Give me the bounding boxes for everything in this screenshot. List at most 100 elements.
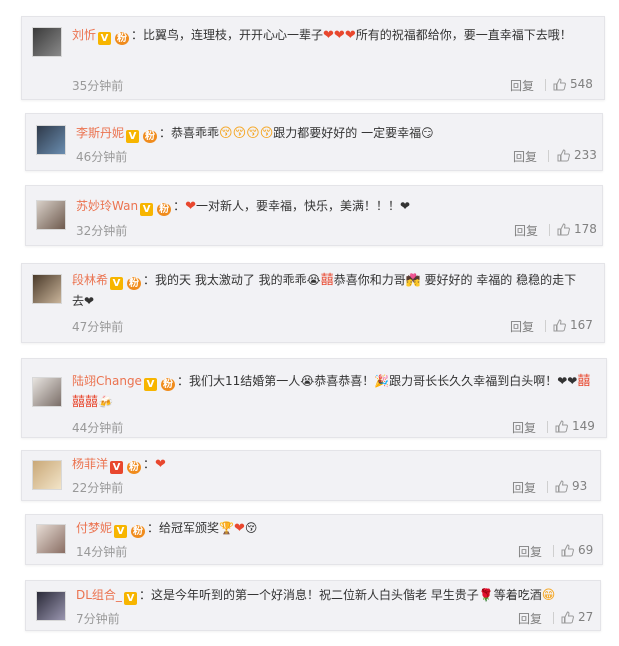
comment-body-end: 跟力都要好好的 一定要幸福😏 bbox=[273, 126, 434, 140]
avatar[interactable] bbox=[36, 125, 66, 155]
reply-button[interactable]: 回复 bbox=[513, 148, 537, 165]
like-count: 149 bbox=[572, 419, 595, 433]
heart-emoji: ❤ bbox=[185, 199, 196, 214]
username[interactable]: 付梦妮 bbox=[76, 521, 112, 535]
comment-text: 杨菲洋 V 粉：❤ bbox=[72, 454, 588, 475]
comment-time: 44分钟前 bbox=[72, 421, 124, 435]
verified-v-icon: V bbox=[110, 277, 124, 290]
like-count: 27 bbox=[578, 610, 594, 624]
thumbs-up-icon bbox=[557, 222, 570, 236]
like-button[interactable]: 178 bbox=[557, 222, 597, 236]
thumbs-up-icon bbox=[553, 318, 566, 332]
verified-v-icon: V bbox=[143, 378, 157, 391]
username[interactable]: 杨菲洋 bbox=[72, 457, 108, 471]
comment-card: 陆翊Change V 粉：我们大11结婚第一人😭恭喜恭喜！🎉跟力哥长长久久幸福到白头… bbox=[21, 358, 607, 438]
divider bbox=[549, 224, 550, 236]
fans-badge-icon: 粉 bbox=[157, 203, 172, 216]
reply-button[interactable]: 回复 bbox=[512, 419, 536, 436]
comment-card: DL组合_ V ：这是今年听到的第一个好消息！祝二位新人白头偕老 早生贵子🌹等着吃酒… bbox=[25, 580, 601, 631]
verified-v-icon: V bbox=[126, 130, 140, 143]
fans-badge-icon: 粉 bbox=[127, 277, 142, 290]
comment-time: 47分钟前 bbox=[72, 320, 124, 334]
reply-button[interactable]: 回复 bbox=[510, 318, 534, 335]
like-button[interactable]: 149 bbox=[555, 419, 595, 433]
divider bbox=[545, 320, 546, 332]
grin-emoji: 😁 bbox=[541, 588, 556, 603]
comment-body-start: ：这是今年听到的第一个好消息！祝二位新人白头偕老 早生贵子🌹等着吃酒 bbox=[138, 588, 542, 602]
thumbs-up-icon bbox=[553, 77, 566, 91]
double-happiness-icon: 囍 bbox=[320, 273, 334, 288]
username[interactable]: 段林希 bbox=[72, 273, 108, 287]
comment-text: 刘忻 V 粉：比翼鸟，连理枝，开开心心一辈子❤❤❤所有的祝福都给你，要一直幸福下去哦… bbox=[72, 25, 592, 46]
username[interactable]: 李斯丹妮 bbox=[76, 126, 124, 140]
divider bbox=[547, 481, 548, 493]
like-button[interactable]: 69 bbox=[561, 543, 593, 557]
comment-time: 22分钟前 bbox=[72, 481, 124, 495]
avatar[interactable] bbox=[36, 524, 66, 554]
username[interactable]: 苏妙玲Wan bbox=[76, 199, 138, 213]
like-count: 548 bbox=[570, 77, 593, 91]
fans-badge-icon: 粉 bbox=[160, 378, 175, 391]
verified-v-icon: V bbox=[110, 461, 124, 474]
comment-body-start: ：比翼鸟，连理枝，开开心心一辈子 bbox=[131, 28, 324, 42]
avatar[interactable] bbox=[36, 591, 66, 621]
like-button[interactable]: 167 bbox=[553, 318, 593, 332]
comment-card: 刘忻 V 粉：比翼鸟，连理枝，开开心心一辈子❤❤❤所有的祝福都给你，要一直幸福下去哦… bbox=[21, 16, 605, 100]
comment-body-start: ：我的天 我太激动了 我的乖乖😭 bbox=[143, 273, 321, 287]
divider bbox=[553, 545, 554, 557]
divider bbox=[548, 150, 549, 162]
like-button[interactable]: 233 bbox=[557, 148, 597, 162]
username[interactable]: 刘忻 bbox=[72, 28, 96, 42]
comment-time: 46分钟前 bbox=[76, 150, 128, 164]
like-count: 69 bbox=[578, 543, 594, 557]
like-count: 93 bbox=[572, 479, 588, 493]
comment-body-start: ： bbox=[173, 199, 186, 213]
thumbs-up-icon bbox=[555, 479, 568, 493]
verified-v-icon: V bbox=[114, 525, 128, 538]
comment-time: 32分钟前 bbox=[76, 224, 128, 238]
verified-v-icon: V bbox=[140, 203, 154, 216]
reply-button[interactable]: 回复 bbox=[512, 479, 536, 496]
comment-card: 苏妙玲Wan V 粉：❤一对新人，要幸福，快乐，美满！！！❤ 32分钟前 回复 17… bbox=[25, 185, 603, 246]
verified-v-icon: V bbox=[98, 32, 112, 45]
fans-badge-icon: 粉 bbox=[131, 525, 146, 538]
like-count: 178 bbox=[574, 222, 597, 236]
avatar[interactable] bbox=[32, 377, 62, 407]
avatar[interactable] bbox=[32, 460, 62, 490]
comment-card: 段林希 V 粉：我的天 我太激动了 我的乖乖😭囍恭喜你和力哥💏 要好好的 幸福的 稳… bbox=[21, 263, 605, 343]
comment-text: 陆翊Change V 粉：我们大11结婚第一人😭恭喜恭喜！🎉跟力哥长长久久幸福到白头… bbox=[72, 371, 592, 413]
username[interactable]: DL组合_ bbox=[76, 588, 122, 602]
heart-emoji: ❤ bbox=[155, 457, 166, 472]
comment-text: 李斯丹妮 V 粉：恭喜乖乖😚😚😚😚跟力都要好好的 一定要幸福😏 bbox=[76, 123, 590, 144]
comment-card: 杨菲洋 V 粉：❤ 22分钟前 回复 93 bbox=[21, 450, 601, 501]
reply-button[interactable]: 回复 bbox=[510, 77, 534, 94]
comment-text: 苏妙玲Wan V 粉：❤一对新人，要幸福，快乐，美满！！！❤ bbox=[76, 196, 590, 217]
comment-body-end: 😚 bbox=[244, 521, 258, 535]
comment-body-start: ：给冠军颁奖🏆 bbox=[147, 521, 234, 535]
comment-body-end: 所有的祝福都给你，要一直幸福下去哦！ bbox=[355, 28, 572, 42]
avatar[interactable] bbox=[32, 274, 62, 304]
thumbs-up-icon bbox=[561, 543, 574, 557]
like-button[interactable]: 93 bbox=[555, 479, 587, 493]
comment-body-end: 🍻 bbox=[98, 395, 113, 409]
avatar[interactable] bbox=[36, 200, 66, 230]
comment-body-start: ：恭喜乖乖 bbox=[159, 126, 220, 140]
like-count: 167 bbox=[570, 318, 593, 332]
fans-badge-icon: 粉 bbox=[143, 130, 158, 143]
reply-button[interactable]: 回复 bbox=[514, 222, 538, 239]
comment-text: 段林希 V 粉：我的天 我太激动了 我的乖乖😭囍恭喜你和力哥💏 要好好的 幸福的 稳… bbox=[72, 270, 584, 312]
kiss-emoji: 😚😚😚😚 bbox=[219, 126, 274, 141]
comment-body-end: 一对新人，要幸福，快乐，美满！！！❤ bbox=[195, 199, 411, 213]
like-count: 233 bbox=[574, 148, 597, 162]
comment-body-start: ： bbox=[143, 457, 156, 471]
thumbs-up-icon bbox=[561, 610, 574, 624]
reply-button[interactable]: 回复 bbox=[518, 543, 542, 560]
avatar[interactable] bbox=[32, 27, 62, 57]
comment-time: 35分钟前 bbox=[72, 79, 124, 93]
like-button[interactable]: 548 bbox=[553, 77, 593, 91]
reply-button[interactable]: 回复 bbox=[518, 610, 542, 627]
divider bbox=[547, 421, 548, 433]
like-button[interactable]: 27 bbox=[561, 610, 593, 624]
comment-text: DL组合_ V ：这是今年听到的第一个好消息！祝二位新人白头偕老 早生贵子🌹等着吃酒… bbox=[76, 585, 594, 606]
username[interactable]: 陆翊Change bbox=[72, 374, 142, 388]
